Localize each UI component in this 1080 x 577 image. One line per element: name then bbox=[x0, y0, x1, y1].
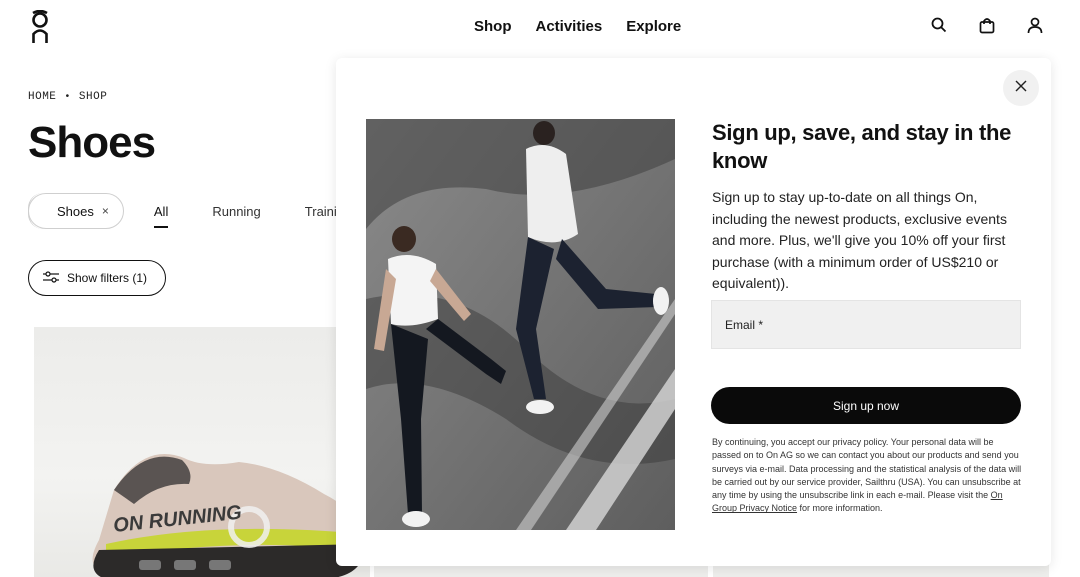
bag-icon[interactable] bbox=[978, 14, 996, 36]
search-icon[interactable] bbox=[930, 14, 948, 36]
legal-text: By continuing, you accept our privacy po… bbox=[712, 437, 1022, 501]
newsletter-modal: Sign up, save, and stay in the know Sign… bbox=[336, 58, 1051, 566]
legal-disclaimer: By continuing, you accept our privacy po… bbox=[712, 436, 1022, 516]
runners-photo bbox=[366, 119, 675, 530]
main-nav: Shop Activities Explore bbox=[474, 18, 681, 35]
modal-title: Sign up, save, and stay in the know bbox=[712, 120, 1012, 173]
show-filters-label: Show filters (1) bbox=[67, 271, 148, 285]
email-field[interactable]: Email * bbox=[711, 300, 1021, 349]
header-actions bbox=[930, 14, 1044, 36]
modal-description: Sign up to stay up-to-date on all things… bbox=[712, 189, 1007, 291]
tab-running[interactable]: Running bbox=[212, 200, 260, 223]
breadcrumb-current[interactable]: SHOP bbox=[79, 91, 107, 103]
email-label: Email * bbox=[725, 317, 764, 332]
nav-activities[interactable]: Activities bbox=[536, 18, 603, 35]
filter-bar: Shoes × All Running Trainin bbox=[28, 193, 388, 229]
product-card[interactable]: ON RUNNING bbox=[34, 327, 370, 577]
sliders-icon bbox=[43, 270, 59, 286]
breadcrumb-home[interactable]: HOME bbox=[28, 91, 56, 103]
modal-copy: Sign up, save, and stay in the know Sign… bbox=[712, 119, 1022, 295]
close-icon bbox=[1015, 79, 1027, 97]
tab-all[interactable]: All bbox=[153, 200, 169, 228]
shoe-image: ON RUNNING bbox=[92, 454, 365, 577]
chip-label: Shoes bbox=[57, 203, 94, 219]
on-logo[interactable] bbox=[30, 9, 50, 44]
account-icon[interactable] bbox=[1026, 14, 1044, 36]
nav-shop[interactable]: Shop bbox=[474, 18, 512, 35]
breadcrumb: HOME • SHOP bbox=[28, 91, 107, 103]
page-title: Shoes bbox=[28, 118, 156, 167]
active-filter-chip[interactable]: Shoes × bbox=[28, 193, 124, 229]
close-icon[interactable]: × bbox=[102, 204, 109, 218]
close-modal-button[interactable] bbox=[1003, 70, 1039, 106]
site-header: Shop Activities Explore bbox=[0, 0, 1080, 56]
show-filters-button[interactable]: Show filters (1) bbox=[28, 260, 167, 296]
breadcrumb-separator: • bbox=[64, 91, 71, 103]
legal-suffix: for more information. bbox=[797, 503, 883, 514]
sign-up-button[interactable]: Sign up now bbox=[711, 387, 1021, 424]
nav-explore[interactable]: Explore bbox=[626, 18, 681, 35]
